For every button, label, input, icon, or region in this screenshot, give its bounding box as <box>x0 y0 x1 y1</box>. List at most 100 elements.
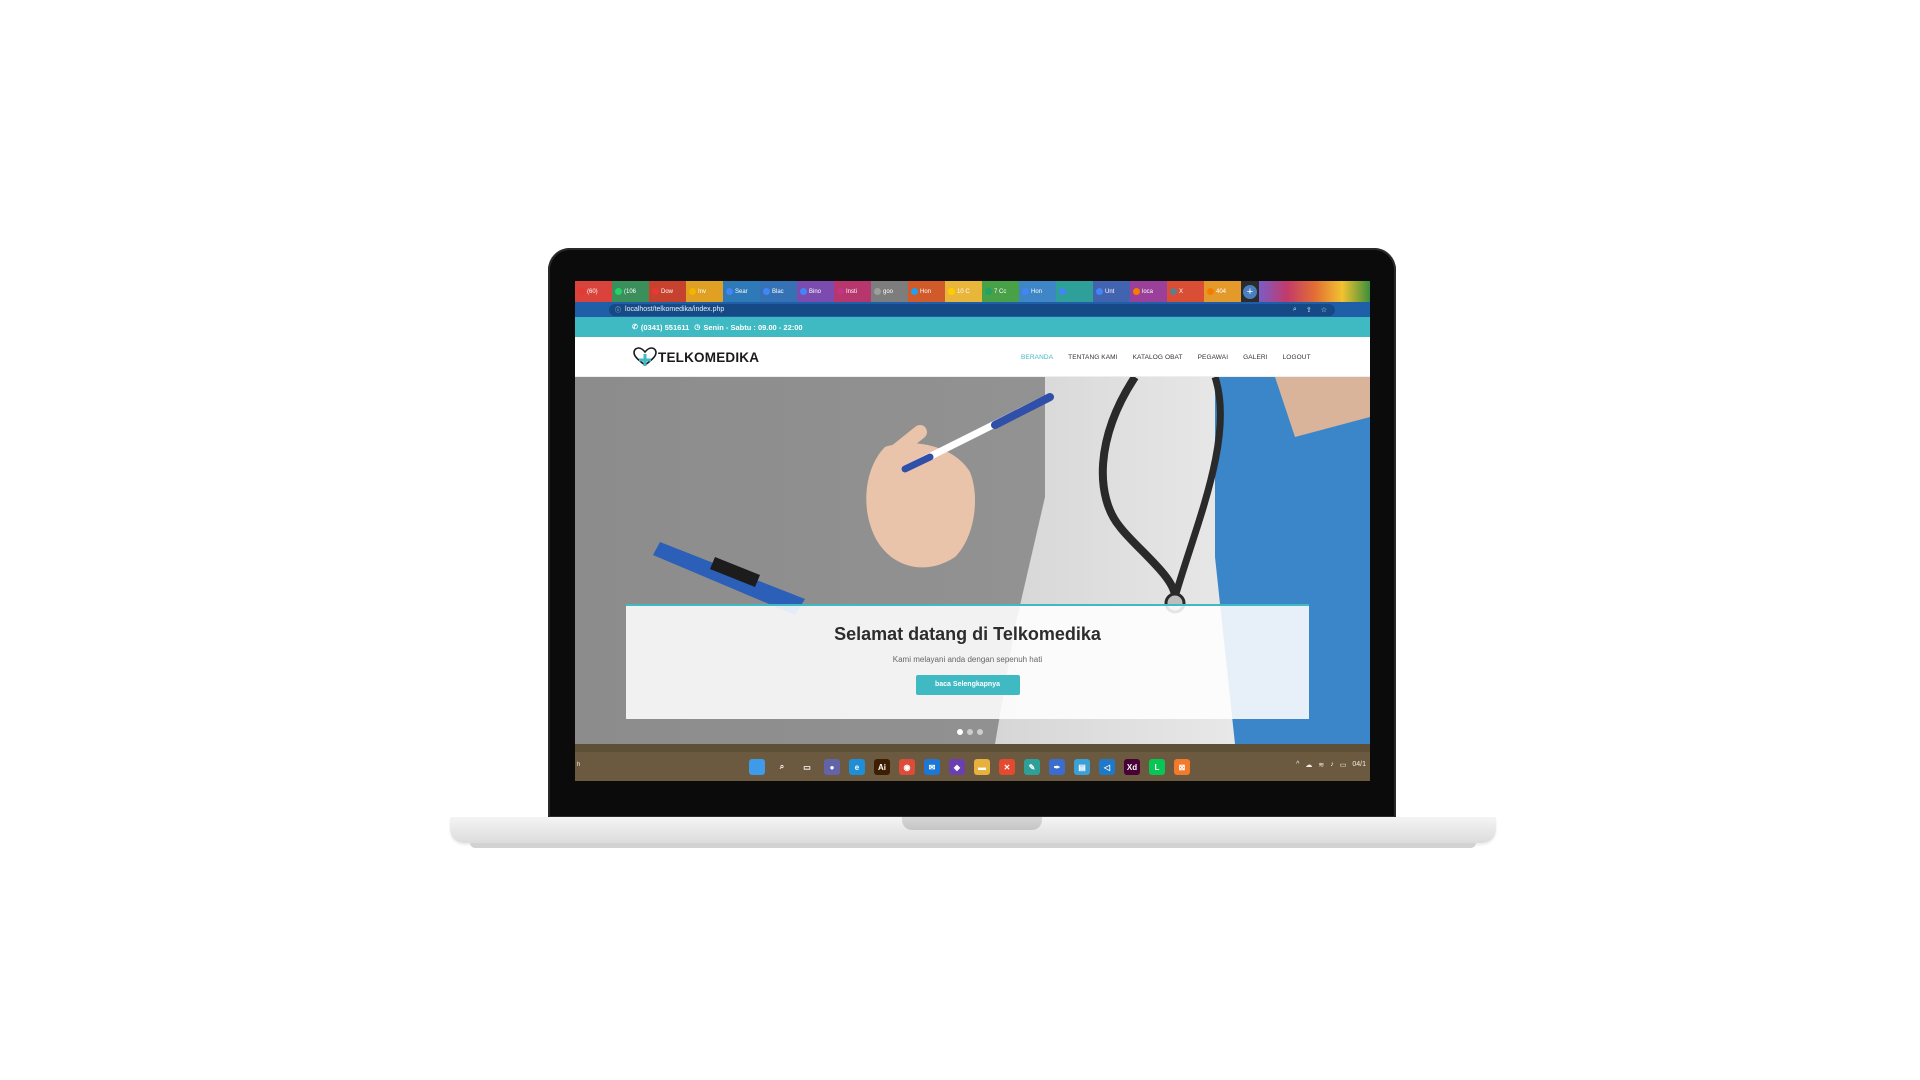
tab-favicon-icon <box>1207 288 1214 295</box>
url-field[interactable]: ⓘ localhost/telkomedika/index.php ⌕ ⇪ ☆ <box>609 303 1335 316</box>
plus-icon: + <box>1243 284 1257 299</box>
url-text: localhost/telkomedika/index.php <box>625 306 725 313</box>
new-tab-button[interactable]: + <box>1241 281 1259 302</box>
windows-start-icon[interactable] <box>749 759 765 775</box>
xd-icon[interactable]: Xd <box>1124 759 1140 775</box>
tab-label: Unt <box>1105 288 1115 295</box>
tab-label: X <box>1179 288 1184 295</box>
browser-tab[interactable]: Insti <box>834 281 871 302</box>
read-more-button[interactable]: baca Selengkapnya <box>915 675 1020 695</box>
hero-title: Selamat datang di Telkomedika <box>834 624 1101 644</box>
info-icon: ⓘ <box>615 308 622 314</box>
chrome-icon[interactable]: ◉ <box>899 759 915 775</box>
browser-tab[interactable]: 10 C <box>945 281 982 302</box>
tab-favicon-icon <box>1059 288 1066 295</box>
browser-tab[interactable]: Sear <box>723 281 760 302</box>
tray-item[interactable]: ▭ <box>1340 761 1347 769</box>
tab-label: (60) <box>587 288 598 295</box>
tab-label: Hon <box>920 288 932 295</box>
illustrator-icon[interactable]: Ai <box>874 759 890 775</box>
browser-tab[interactable]: 404 <box>1204 281 1241 302</box>
tab-favicon-icon <box>1133 288 1140 295</box>
nav-link-logout[interactable]: LOGOUT <box>1283 354 1311 361</box>
brand-logo-link[interactable]: TELKOMEDIKA <box>633 347 759 367</box>
tab-favicon-icon <box>1096 288 1103 295</box>
browser-tab[interactable]: 7 Cc <box>982 281 1019 302</box>
browser-tab[interactable]: Inv <box>686 281 723 302</box>
browser-tab[interactable]: Unt <box>1093 281 1130 302</box>
paint-icon[interactable]: ✎ <box>1024 759 1040 775</box>
browser-tab[interactable]: Hon <box>1019 281 1056 302</box>
tab-favicon-icon <box>1170 288 1177 295</box>
xampp-panel-icon[interactable]: ⊠ <box>1174 759 1190 775</box>
heart-cross-icon <box>633 347 657 367</box>
browser-tab[interactable] <box>1056 281 1093 302</box>
browser-tab[interactable]: (60) <box>575 281 612 302</box>
nav-link-pegawai[interactable]: PEGAWAI <box>1198 354 1229 361</box>
browser-tab[interactable]: (106 <box>612 281 649 302</box>
browser-tab[interactable]: goo <box>871 281 908 302</box>
tab-favicon-icon <box>948 288 955 295</box>
share-icon[interactable]: ⇪ <box>1306 306 1312 314</box>
tab-label: 10 C <box>957 288 970 295</box>
hero-subtitle: Kami melayani anda dengan sepenuh hati <box>892 655 1043 664</box>
tray-item[interactable]: ≋ <box>1318 761 1324 769</box>
edge-icon[interactable]: e <box>849 759 865 775</box>
browser-tab[interactable]: Blac <box>760 281 797 302</box>
zoom-icon[interactable]: ⌕ <box>1293 306 1297 314</box>
slide-indicator[interactable] <box>957 729 963 735</box>
browser-tab[interactable]: X <box>1167 281 1204 302</box>
laptop-screen: (60) (106 Dow Inv Sear Blac Bino Insti goo Hon 10 … <box>575 281 1370 781</box>
xampp-icon[interactable]: ✕ <box>999 759 1015 775</box>
windows-taskbar: h ⌕ ▭ ● e Ai ◉ ✉ ◆ ▬ ✕ ✎ ✒ ▤ ◁ Xd L ⊠ ^ ☁ ≋ ♪ ▭ 04/1 <box>575 752 1370 781</box>
tab-favicon-icon <box>726 288 733 295</box>
tab-label: 404 <box>1216 288 1227 295</box>
browser-tab[interactable]: Bino <box>797 281 834 302</box>
tab-favicon-icon <box>652 288 659 295</box>
tab-label: Blac <box>772 288 784 295</box>
nav-link-tentang-kami[interactable]: TENTANG KAMI <box>1068 354 1117 361</box>
task-view-icon[interactable]: ▭ <box>799 759 815 775</box>
slide-indicator[interactable] <box>967 729 973 735</box>
nav-link-beranda[interactable]: BERANDA <box>1021 354 1053 361</box>
tab-label: Dow <box>661 288 674 295</box>
tab-label: Bino <box>809 288 822 295</box>
tray-item[interactable]: ^ <box>1296 761 1299 769</box>
vscode-icon[interactable]: ◁ <box>1099 759 1115 775</box>
taskbar-left-text: h <box>577 762 581 768</box>
browser-tab[interactable]: Hon <box>908 281 945 302</box>
browser-address-bar: ⓘ localhost/telkomedika/index.php ⌕ ⇪ ☆ <box>575 302 1370 317</box>
chat-icon[interactable]: ● <box>824 759 840 775</box>
browser-tab-strip: (60) (106 Dow Inv Sear Blac Bino Insti goo Hon 10 … <box>575 281 1370 302</box>
phone-number: (0341) 551611 <box>640 322 690 332</box>
tab-favicon-icon <box>874 288 881 295</box>
tab-label: Inv <box>698 288 707 295</box>
hero-caption: Selamat datang di Telkomedika Kami melay… <box>626 604 1309 719</box>
file-explorer-icon[interactable]: ▬ <box>974 759 990 775</box>
tray-item[interactable]: ☁ <box>1305 761 1312 769</box>
search-icon[interactable]: ⌕ <box>774 759 790 775</box>
main-menu: BERANDA TENTANG KAMI KATALOG OBAT PEGAWAI GA… <box>1021 337 1311 377</box>
tab-strip-fill <box>1259 281 1370 302</box>
browser-tab[interactable]: loca <box>1130 281 1167 302</box>
tab-favicon-icon <box>1022 288 1029 295</box>
pen-tool-icon[interactable]: ✒ <box>1049 759 1065 775</box>
system-tray: ^ ☁ ≋ ♪ ▭ 04/1 <box>1296 761 1366 769</box>
visual-studio-icon[interactable]: ◆ <box>949 759 965 775</box>
tab-label: Hon <box>1031 288 1043 295</box>
phone-icon: ✆ <box>632 324 638 331</box>
browser-tab[interactable]: Dow <box>649 281 686 302</box>
tab-label: loca <box>1142 288 1154 295</box>
bookmark-star-icon[interactable]: ☆ <box>1321 306 1327 314</box>
tray-item[interactable]: 04/1 <box>1352 761 1366 769</box>
slide-indicator[interactable] <box>977 729 983 735</box>
tab-favicon-icon <box>763 288 770 295</box>
line-icon[interactable]: L <box>1149 759 1165 775</box>
slider-indicators <box>957 729 983 735</box>
tray-item[interactable]: ♪ <box>1330 761 1334 769</box>
tab-favicon-icon <box>615 288 622 295</box>
mail-icon[interactable]: ✉ <box>924 759 940 775</box>
notepad-icon[interactable]: ▤ <box>1074 759 1090 775</box>
nav-link-katalog-obat[interactable]: KATALOG OBAT <box>1133 354 1183 361</box>
nav-link-galeri[interactable]: GALERI <box>1243 354 1267 361</box>
